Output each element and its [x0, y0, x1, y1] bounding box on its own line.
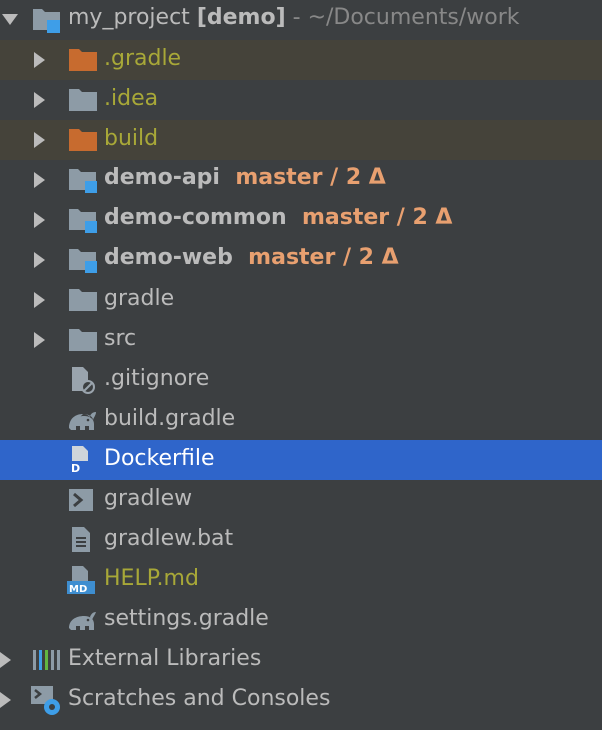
item-label: External Libraries [68, 646, 262, 671]
item-label: build.gradle [104, 406, 236, 431]
root-label: my_project [demo] - ~/Documents/work [68, 5, 520, 30]
expand-arrow-icon[interactable] [2, 14, 18, 25]
scratches-icon [30, 684, 60, 715]
tree-row-gitignore[interactable]: .gitignore [0, 360, 602, 400]
libraries-icon [32, 646, 62, 674]
folder-icon [68, 87, 98, 115]
module-folder-icon [68, 166, 98, 194]
tree-row-gradle-cache[interactable]: .gradle [0, 40, 602, 80]
expand-arrow-icon[interactable] [34, 332, 45, 348]
expand-arrow-icon[interactable] [34, 132, 45, 148]
project-tag: [demo] [196, 5, 286, 30]
text-file-icon [68, 525, 98, 553]
vcs-branch-badge: master / 2 Δ [301, 205, 453, 230]
item-label: Scratches and Consoles [68, 686, 331, 711]
gradle-elephant-icon [66, 606, 96, 634]
tree-row-demo-common[interactable]: demo-common master / 2 Δ [0, 200, 602, 240]
module-label: demo-web master / 2 Δ [104, 245, 399, 270]
excluded-folder-icon [68, 127, 98, 155]
module-folder-icon [32, 6, 62, 34]
expand-arrow-icon[interactable] [34, 172, 45, 188]
expand-arrow-icon[interactable] [34, 252, 45, 268]
item-label: src [104, 326, 137, 351]
tree-row-settings-gradle[interactable]: settings.gradle [0, 600, 602, 640]
item-label: Dockerfile [104, 446, 215, 471]
md-badge-text: MD [69, 584, 87, 595]
item-label: build [104, 126, 159, 151]
vcs-branch-badge: master / 2 Δ [235, 165, 386, 190]
expand-arrow-icon[interactable] [0, 652, 11, 668]
dockerfile-icon: D [68, 444, 98, 475]
item-label: gradlew [104, 486, 193, 511]
expand-arrow-icon[interactable] [34, 52, 45, 68]
shell-script-icon [68, 486, 98, 514]
dockerfile-letter: D [71, 462, 80, 475]
ignore-file-icon [68, 365, 98, 394]
project-path: - ~/Documents/work [285, 5, 520, 30]
expand-arrow-icon[interactable] [34, 92, 45, 108]
expand-arrow-icon[interactable] [34, 212, 45, 228]
module-name: demo-web [104, 245, 233, 270]
module-folder-icon [68, 246, 98, 274]
module-label: demo-common master / 2 Δ [104, 205, 452, 230]
item-label: HELP.md [104, 566, 199, 591]
tree-row-help-md[interactable]: MD HELP.md [0, 560, 602, 600]
item-label: .gradle [104, 46, 182, 71]
item-label: settings.gradle [104, 606, 269, 631]
tree-row-build[interactable]: build [0, 120, 602, 160]
tree-row-idea[interactable]: .idea [0, 80, 602, 120]
tree-row-gradlew-bat[interactable]: gradlew.bat [0, 520, 602, 560]
tree-row-gradle[interactable]: gradle [0, 280, 602, 320]
item-label: gradle [104, 286, 175, 311]
excluded-folder-icon [68, 47, 98, 75]
folder-icon [68, 327, 98, 355]
tree-row-demo-api[interactable]: demo-api master / 2 Δ [0, 160, 602, 200]
tree-row-demo-web[interactable]: demo-web master / 2 Δ [0, 240, 602, 280]
item-label: gradlew.bat [104, 526, 234, 551]
tree-row-dockerfile[interactable]: D Dockerfile [0, 440, 602, 480]
tree-row-build-gradle[interactable]: build.gradle [0, 400, 602, 440]
tree-row-gradlew[interactable]: gradlew [0, 480, 602, 520]
module-name: demo-api [104, 165, 220, 190]
markdown-file-icon: MD [66, 564, 96, 595]
item-label: .gitignore [104, 366, 210, 391]
tree-row-scratches[interactable]: Scratches and Consoles [0, 680, 602, 720]
tree-row-external-libraries[interactable]: External Libraries [0, 640, 602, 680]
expand-arrow-icon[interactable] [34, 292, 45, 308]
module-label: demo-api master / 2 Δ [104, 165, 386, 190]
gradle-elephant-icon [66, 406, 96, 434]
project-name: my_project [68, 5, 190, 30]
module-folder-icon [68, 206, 98, 234]
tree-row-root[interactable]: my_project [demo] - ~/Documents/work [0, 0, 602, 40]
project-tree: my_project [demo] - ~/Documents/work .gr… [0, 0, 602, 730]
vcs-branch-badge: master / 2 Δ [248, 245, 399, 270]
folder-icon [68, 287, 98, 315]
tree-row-src[interactable]: src [0, 320, 602, 360]
module-name: demo-common [104, 205, 287, 230]
item-label: .idea [104, 86, 159, 111]
expand-arrow-icon[interactable] [0, 692, 11, 708]
